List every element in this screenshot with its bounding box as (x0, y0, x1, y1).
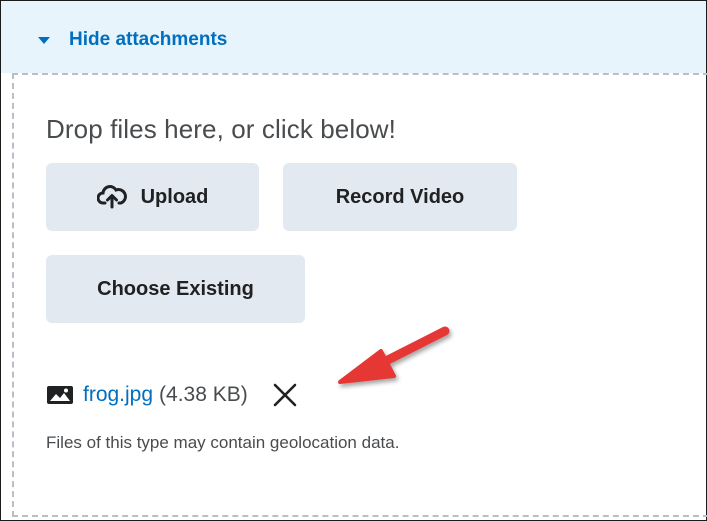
remove-attachment-button[interactable] (272, 382, 298, 408)
upload-button[interactable]: Upload (46, 163, 259, 231)
choose-existing-label: Choose Existing (97, 277, 254, 300)
dropzone-hint: Drop files here, or click below! (46, 114, 396, 144)
upload-label: Upload (140, 185, 209, 208)
close-icon (273, 383, 297, 407)
record-video-label: Record Video (335, 185, 465, 208)
geolocation-notice: Files of this type may contain geolocati… (46, 433, 400, 452)
attachment-item: frog.jpg (4.38 KB) (46, 382, 298, 408)
record-video-button[interactable]: Record Video (283, 163, 517, 231)
hide-attachments-toggle[interactable]: Hide attachments (38, 29, 227, 51)
cloud-upload-icon (96, 185, 127, 209)
attachments-header: Hide attachments (1, 1, 706, 73)
hide-attachments-label: Hide attachments (69, 29, 228, 50)
image-icon (46, 385, 74, 405)
caret-down-icon (38, 36, 50, 44)
attachment-size: (4.38 KB) (159, 383, 248, 406)
choose-existing-button[interactable]: Choose Existing (46, 255, 305, 323)
attachment-link[interactable]: frog.jpg (83, 383, 153, 407)
